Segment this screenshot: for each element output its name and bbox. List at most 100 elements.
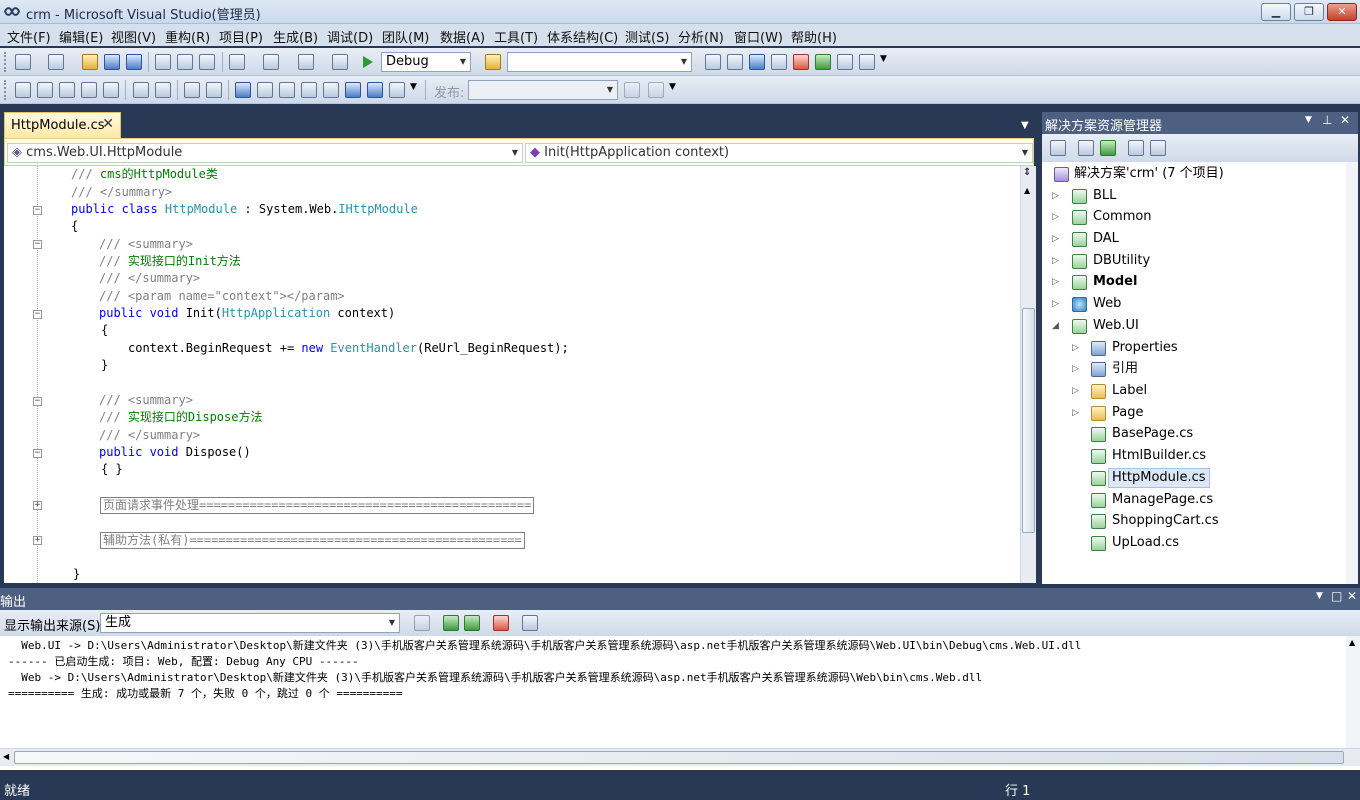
types-combo[interactable]: ◈ cms.Web.UI.HttpModule ▼ xyxy=(7,143,523,163)
code-area[interactable]: /// cms的HttpModule类 /// </summary> − pub… xyxy=(4,166,1020,583)
redo-icon[interactable] xyxy=(263,54,279,70)
save-all-icon[interactable] xyxy=(126,54,142,70)
minimize-button[interactable]: ▁ xyxy=(1261,3,1291,21)
object-browser-icon[interactable] xyxy=(749,54,765,70)
expand-arrow-icon[interactable]: ▷ xyxy=(1052,207,1060,227)
scroll-up-icon[interactable]: ▲ xyxy=(1349,638,1355,647)
expand-icon[interactable]: + xyxy=(33,501,42,510)
restore-button[interactable]: ❐ xyxy=(1294,3,1324,21)
toolbar-grip[interactable] xyxy=(4,52,8,72)
members-combo[interactable]: ◆ Init(HttpApplication context) ▼ xyxy=(525,143,1033,163)
open-file-icon[interactable] xyxy=(82,54,98,70)
view-code-icon[interactable] xyxy=(1128,140,1144,156)
clear-all-icon[interactable] xyxy=(493,615,509,631)
previous-bookmark-folder-icon[interactable] xyxy=(301,82,317,98)
toolbar-grip[interactable] xyxy=(4,80,8,100)
find-in-files-icon[interactable] xyxy=(485,54,501,70)
menu-data[interactable]: 数据(A) xyxy=(440,27,485,46)
window-position-icon[interactable]: ▼ xyxy=(1305,115,1312,125)
start-debugging-icon[interactable] xyxy=(362,55,374,69)
add-item-icon[interactable] xyxy=(48,54,64,70)
solution-scrollbar[interactable] xyxy=(1346,162,1358,584)
expand-arrow-icon[interactable]: ▷ xyxy=(1052,272,1060,292)
properties-window-icon[interactable] xyxy=(727,54,743,70)
collapse-icon[interactable]: − xyxy=(33,397,42,406)
collapse-icon[interactable]: − xyxy=(33,240,42,249)
menu-test[interactable]: 测试(S) xyxy=(625,27,669,46)
collapsed-region[interactable]: 页面请求事件处理================================… xyxy=(100,497,535,514)
next-bookmark-document-icon[interactable] xyxy=(367,82,383,98)
menu-window[interactable]: 窗口(W) xyxy=(734,27,783,46)
code-editor[interactable]: /// cms的HttpModule类 /// </summary> − pub… xyxy=(4,166,1036,583)
align-icon[interactable] xyxy=(37,82,53,98)
menu-architecture[interactable]: 体系结构(C) xyxy=(547,27,618,46)
scroll-left-icon[interactable]: ◀ xyxy=(3,752,9,761)
expand-arrow-icon[interactable]: ▷ xyxy=(1072,381,1080,401)
paste-icon[interactable] xyxy=(199,54,215,70)
expand-arrow-icon[interactable]: ▷ xyxy=(1072,338,1080,358)
collapsed-region[interactable]: 辅助方法(私有)================================… xyxy=(100,532,525,549)
start-page-icon[interactable] xyxy=(815,54,831,70)
bookmark-icon[interactable] xyxy=(235,82,251,98)
menu-edit[interactable]: 编辑(E) xyxy=(59,27,103,46)
collapse-icon[interactable]: − xyxy=(33,310,42,319)
toolbar-options-icon[interactable]: ▼ xyxy=(669,82,676,92)
close-button[interactable]: ✕ xyxy=(1327,3,1357,21)
maximize-icon[interactable]: □ xyxy=(1331,589,1342,603)
menu-tools[interactable]: 工具(T) xyxy=(494,27,538,46)
toolbar-options-icon[interactable]: ▼ xyxy=(410,82,417,92)
expand-arrow-icon[interactable]: ▷ xyxy=(1052,186,1060,206)
outdent-icon[interactable] xyxy=(133,82,149,98)
copy-icon[interactable] xyxy=(177,54,193,70)
show-all-files-icon[interactable] xyxy=(1078,140,1094,156)
scrollbar-thumb[interactable] xyxy=(14,751,1344,764)
split-icon[interactable]: ⇕ xyxy=(1023,168,1031,178)
menu-analyze[interactable]: 分析(N) xyxy=(678,27,724,46)
tab-httpmodule[interactable]: HttpModule.cs ✕ xyxy=(4,112,121,138)
cut-icon[interactable] xyxy=(155,54,171,70)
editor-vertical-scrollbar[interactable]: ⇕ ▲ xyxy=(1020,166,1036,583)
output-horizontal-scrollbar[interactable]: ◀ xyxy=(0,748,1360,766)
next-bookmark-folder-icon[interactable] xyxy=(323,82,339,98)
menu-file[interactable]: 文件(F) xyxy=(7,27,51,46)
command-window-icon[interactable] xyxy=(859,54,875,70)
expand-icon[interactable]: + xyxy=(33,536,42,545)
pointer-icon[interactable] xyxy=(59,82,75,98)
menu-help[interactable]: 帮助(H) xyxy=(791,27,837,46)
expand-arrow-icon[interactable]: ▷ xyxy=(1072,403,1080,423)
list-members-icon[interactable] xyxy=(103,82,119,98)
solution-explorer-icon[interactable] xyxy=(705,54,721,70)
menu-view[interactable]: 视图(V) xyxy=(111,27,156,46)
properties-icon[interactable] xyxy=(1050,140,1066,156)
scroll-up-icon[interactable]: ▲ xyxy=(1024,186,1030,195)
class-diagram-icon[interactable] xyxy=(1150,140,1166,156)
toolbox-icon[interactable] xyxy=(771,54,787,70)
comment-lines-icon[interactable] xyxy=(184,82,200,98)
collapse-icon[interactable]: − xyxy=(33,449,42,458)
menu-refactor[interactable]: 重构(R) xyxy=(165,27,210,46)
navigate-backward-icon[interactable] xyxy=(298,54,314,70)
scrollbar-thumb[interactable] xyxy=(1022,308,1035,533)
toggle-word-wrap-icon[interactable] xyxy=(522,615,538,631)
previous-message-icon[interactable] xyxy=(443,615,459,631)
find-combo[interactable]: ▼ xyxy=(507,52,692,72)
expand-arrow-icon[interactable]: ▷ xyxy=(1052,229,1060,249)
refresh-icon[interactable] xyxy=(1100,140,1116,156)
menu-project[interactable]: 项目(P) xyxy=(219,27,263,46)
previous-bookmark-icon[interactable] xyxy=(257,82,273,98)
close-icon[interactable]: ✕ xyxy=(1347,589,1357,603)
menu-build[interactable]: 生成(B) xyxy=(273,27,318,46)
new-project-icon[interactable] xyxy=(15,54,31,70)
next-message-icon[interactable] xyxy=(464,615,480,631)
window-position-icon[interactable]: ▼ xyxy=(1316,591,1323,601)
collapse-icon[interactable]: − xyxy=(33,206,42,215)
clear-bookmarks-icon[interactable] xyxy=(389,82,405,98)
navigate-forward-icon[interactable] xyxy=(332,54,348,70)
save-icon[interactable] xyxy=(104,54,120,70)
uncomment-lines-icon[interactable] xyxy=(206,82,222,98)
solution-configuration-combo[interactable]: Debug ▼ xyxy=(381,52,471,72)
menu-team[interactable]: 团队(M) xyxy=(382,27,429,46)
indent-icon[interactable] xyxy=(155,82,171,98)
active-files-dropdown-icon[interactable]: ▼ xyxy=(1021,120,1029,131)
collapse-arrow-icon[interactable]: ◢ xyxy=(1052,316,1060,336)
